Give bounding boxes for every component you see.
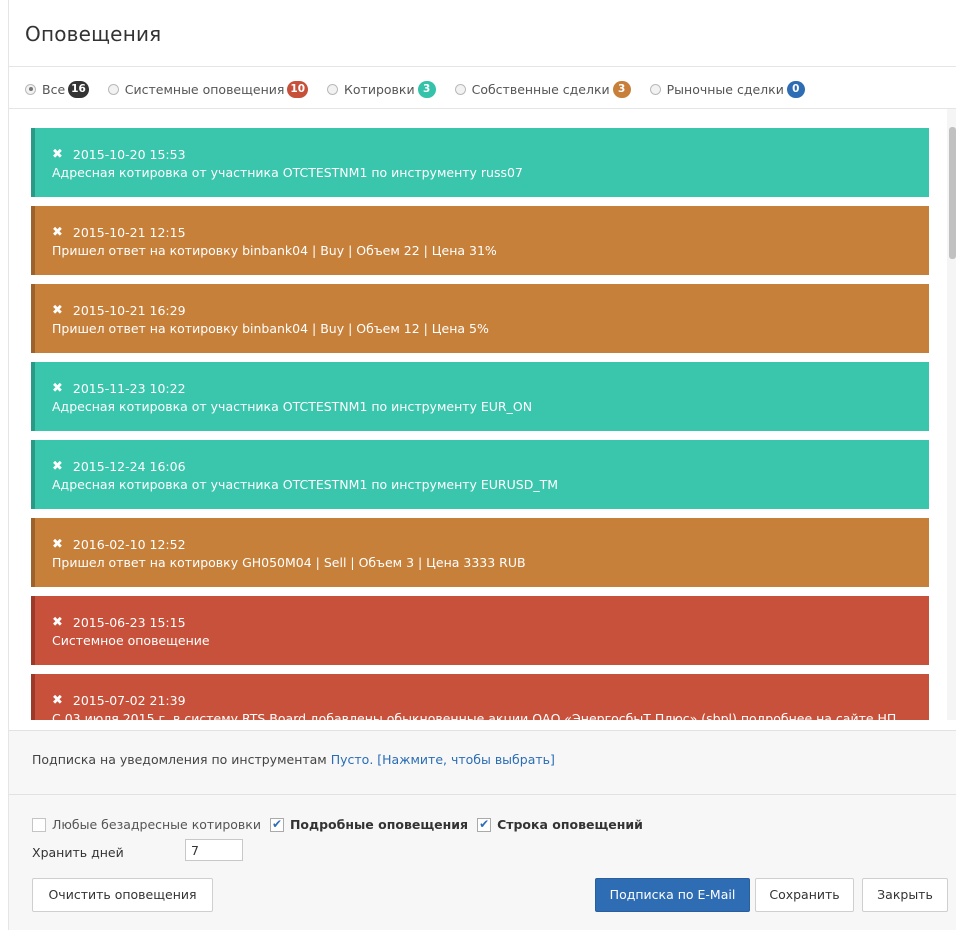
filter-label: Системные оповещения	[124, 81, 285, 97]
notification-item[interactable]: ✖ 2015-11-23 10:22 Адресная котировка от у…	[31, 362, 929, 431]
filter-label: Собственные сделки	[471, 81, 610, 97]
count-badge: 10	[287, 80, 309, 98]
option-checkbox[interactable]: Строка оповещений	[477, 817, 643, 832]
close-icon[interactable]: ✖	[52, 537, 63, 552]
notification-text: Адресная котировка от участника OTCTESTN…	[52, 399, 533, 414]
filter-label: Котировки	[344, 81, 415, 97]
notification-header: ✖ 2015-10-21 12:15	[52, 225, 186, 240]
radio-button[interactable]	[649, 83, 661, 95]
notification-header: ✖ 2015-07-02 21:39	[52, 693, 186, 708]
notification-time: 2016-02-10 12:52	[72, 537, 186, 552]
filter-option[interactable]: Рыночные сделки 0	[649, 80, 805, 98]
email-subscription-button[interactable]: Подписка по E-Mail	[595, 878, 750, 912]
notification-item[interactable]: ✖ 2015-10-21 12:15 Пришел ответ на котиров…	[31, 206, 929, 275]
notification-time: 2015-07-02 21:39	[72, 693, 186, 708]
subscription-row: Подписка на уведомления по инструментам …	[32, 752, 555, 767]
notification-header: ✖ 2015-06-23 15:15	[52, 615, 186, 630]
filter-option[interactable]: Котировки 3	[327, 80, 436, 98]
checkmark-icon[interactable]	[269, 817, 284, 832]
keep-days-input[interactable]	[185, 839, 243, 861]
radio-button[interactable]	[107, 83, 119, 95]
notification-time: 2015-11-23 10:22	[72, 381, 186, 396]
filter-bar: Все 16 Системные оповещения 10 Котировки 3 Соб…	[25, 79, 824, 99]
save-button[interactable]: Сохранить	[755, 878, 854, 912]
subscription-choose-link[interactable]: [Нажмите, чтобы выбрать]	[377, 752, 555, 767]
count-badge: 3	[612, 80, 631, 98]
notification-text: Пришел ответ на котировку GH050M04 | Sel…	[52, 555, 526, 570]
close-icon[interactable]: ✖	[52, 147, 63, 162]
notification-text: Системное оповещение	[52, 633, 210, 648]
notification-item[interactable]: ✖ 2015-06-23 15:15 Системное оповещение	[31, 596, 929, 665]
notification-item[interactable]: ✖ 2015-10-21 16:29 Пришел ответ на котиров…	[31, 284, 929, 353]
count-badge: 3	[417, 80, 436, 98]
notification-header: ✖ 2015-10-21 16:29	[52, 303, 186, 318]
option-checkbox[interactable]: Любые безадресные котировки	[32, 817, 261, 832]
close-icon[interactable]: ✖	[52, 693, 63, 708]
notification-header: ✖ 2016-02-10 12:52	[52, 537, 186, 552]
notification-item[interactable]: ✖ 2015-12-24 16:06 Адресная котировка от у…	[31, 440, 929, 509]
notification-item[interactable]: ✖ 2015-10-20 15:53 Адресная котировка от у…	[31, 128, 929, 197]
option-checkbox[interactable]: Подробные оповещения	[269, 817, 469, 832]
radio-button[interactable]	[454, 83, 466, 95]
count-badge: 16	[68, 80, 89, 98]
notification-header: ✖ 2015-12-24 16:06	[52, 459, 186, 474]
filter-option[interactable]: Все 16	[25, 80, 89, 98]
close-icon[interactable]: ✖	[52, 381, 63, 396]
notification-time: 2015-10-21 16:29	[72, 303, 186, 318]
divider	[9, 66, 956, 67]
close-icon[interactable]: ✖	[52, 303, 63, 318]
count-badge: 0	[786, 80, 805, 98]
notification-text: Пришел ответ на котировку binbank04 | Bu…	[52, 321, 489, 336]
dialog-title: Оповещения	[25, 22, 162, 46]
option-label: Любые безадресные котировки	[52, 817, 261, 832]
checkbox-box[interactable]	[32, 817, 46, 832]
notification-time: 2015-06-23 15:15	[72, 615, 186, 630]
keep-days-label: Хранить дней	[32, 845, 124, 860]
scrollbar[interactable]	[947, 109, 956, 720]
notification-text: Адресная котировка от участника OTCTESTN…	[52, 165, 523, 180]
close-icon[interactable]: ✖	[52, 225, 63, 240]
filter-label: Рыночные сделки	[666, 81, 784, 97]
notification-time: 2015-12-24 16:06	[72, 459, 186, 474]
notification-item[interactable]: ✖ 2016-02-10 12:52 Пришел ответ на котиров…	[31, 518, 929, 587]
notifications-dialog: Оповещения Все 16 Системные оповещения 10 Ко…	[8, 0, 956, 930]
notification-time: 2015-10-20 15:53	[72, 147, 186, 162]
radio-button[interactable]	[25, 83, 36, 95]
close-icon[interactable]: ✖	[52, 615, 63, 630]
option-label: Подробные оповещения	[289, 817, 469, 832]
divider	[9, 794, 956, 795]
options-row: Любые безадресные котировки Подробные опо…	[32, 817, 652, 832]
notification-item[interactable]: ✖ 2015-07-02 21:39 С 03 июля 2015 г. в сис…	[31, 674, 929, 720]
filter-label: Все	[42, 81, 66, 97]
notification-header: ✖ 2015-10-20 15:53	[52, 147, 186, 162]
clear-notifications-button[interactable]: Очистить оповещения	[32, 878, 213, 912]
close-button[interactable]: Закрыть	[862, 878, 948, 912]
subscription-empty-link[interactable]: Пусто.	[331, 752, 374, 767]
notification-list[interactable]: ✖ 2015-10-20 15:53 Адресная котировка от у…	[9, 109, 956, 720]
notification-text: Пришел ответ на котировку binbank04 | Bu…	[52, 243, 497, 258]
scrollbar-thumb[interactable]	[949, 127, 956, 259]
notification-header: ✖ 2015-11-23 10:22	[52, 381, 186, 396]
filter-option[interactable]: Собственные сделки 3	[454, 80, 631, 98]
option-label: Строка оповещений	[497, 817, 643, 832]
close-icon[interactable]: ✖	[52, 459, 63, 474]
checkmark-icon[interactable]	[477, 817, 492, 832]
notification-text: Адресная котировка от участника OTCTESTN…	[52, 477, 558, 492]
notification-text: С 03 июля 2015 г. в систему RTS Board до…	[52, 711, 897, 720]
subscription-label: Подписка на уведомления по инструментам	[32, 752, 327, 767]
filter-option[interactable]: Системные оповещения 10	[107, 80, 309, 98]
radio-button[interactable]	[327, 83, 339, 95]
notification-time: 2015-10-21 12:15	[72, 225, 186, 240]
